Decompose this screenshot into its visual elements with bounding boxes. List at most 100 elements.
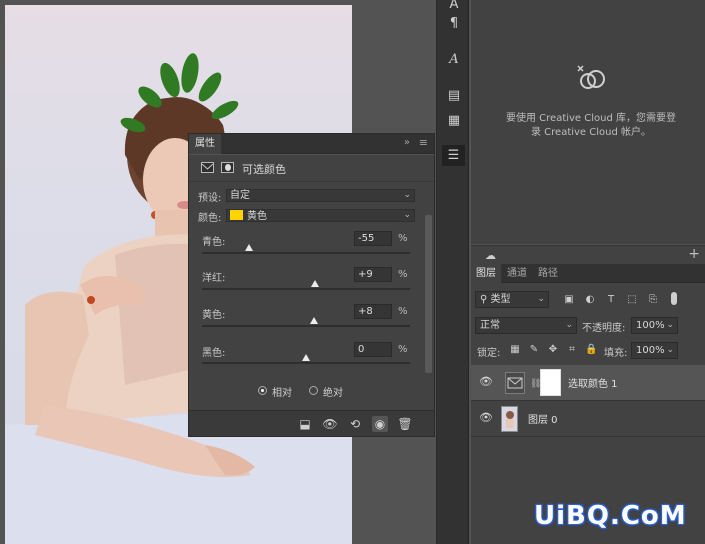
layer-row-selective-color[interactable]: 👁 ⛓ 选取颜色 1	[471, 365, 705, 401]
chevron-down-icon: ⌄	[403, 210, 411, 220]
fill-label: 填充:	[604, 348, 628, 359]
percent-unit: %	[398, 306, 408, 317]
layers-tab-bar: 图层 通道 路径	[471, 264, 705, 283]
adjustment-layer-icon	[505, 372, 525, 394]
magenta-value-input[interactable]: +9	[354, 267, 392, 282]
layer-name[interactable]: 选取颜色 1	[568, 375, 618, 390]
absolute-radio[interactable]	[309, 386, 318, 395]
adjustment-header: 可选颜色	[189, 155, 434, 182]
visibility-icon[interactable]: ◉	[372, 416, 388, 432]
adjustment-icon	[201, 162, 214, 173]
creative-cloud-icon	[577, 65, 605, 89]
lock-transparent-icon[interactable]: ▦	[509, 344, 521, 356]
shape-filter-icon[interactable]: ⬚	[626, 294, 638, 306]
delete-icon[interactable]: 🗑	[397, 416, 413, 432]
slider-track[interactable]	[202, 325, 410, 327]
clip-to-layer-icon[interactable]: ⬓	[297, 416, 313, 432]
layer-row-image[interactable]: 👁 图层 0	[471, 401, 705, 437]
type-filter-icon[interactable]: T	[605, 294, 617, 306]
properties-panel: 属性 » ≡ 可选颜色 预设: 自定 ⌄ 颜色: 黄色 ⌄ 青色: -55 % …	[188, 133, 435, 437]
cyan-value-input[interactable]: -55	[354, 231, 392, 246]
lock-all-icon[interactable]: 🔒	[585, 344, 597, 356]
absolute-label: 绝对	[323, 388, 343, 399]
chevron-down-icon: ⌄	[565, 320, 573, 330]
slider-track[interactable]	[202, 252, 410, 254]
preset-dropdown[interactable]: 自定 ⌄	[226, 189, 415, 202]
slider-label: 洋红:	[202, 273, 226, 284]
eye-icon[interactable]: 👁	[479, 412, 493, 424]
slider-label: 青色:	[202, 237, 226, 248]
eye-icon[interactable]: 👁	[479, 376, 493, 388]
slider-thumb[interactable]	[302, 354, 310, 361]
opacity-value: 100%	[636, 320, 665, 331]
libraries-login-message: 要使用 Creative Cloud 库，您需要登录 Creative Clou…	[505, 113, 677, 138]
properties-tab-bar: 属性 » ≡	[189, 134, 434, 154]
glyphs-icon[interactable]: A	[446, 52, 462, 68]
libraries-footer: ☁ +	[471, 245, 705, 264]
tab-layers[interactable]: 图层	[471, 264, 501, 283]
colors-dropdown[interactable]: 黄色 ⌄	[226, 209, 415, 222]
view-previous-icon[interactable]: 👁	[322, 416, 338, 432]
black-value-input[interactable]: 0	[354, 342, 392, 357]
fill-input[interactable]: 100% ⌄	[631, 342, 678, 359]
relative-label: 相对	[272, 388, 292, 399]
collapse-icon[interactable]: »	[404, 137, 410, 148]
slider-track[interactable]	[202, 288, 410, 290]
relative-radio[interactable]	[258, 386, 267, 395]
chevron-down-icon: ⌄	[403, 190, 411, 200]
percent-unit: %	[398, 269, 408, 280]
colors-label: 颜色:	[198, 213, 222, 224]
slider-thumb[interactable]	[311, 280, 320, 287]
paragraph-icon[interactable]: ¶	[446, 16, 462, 32]
smart-object-filter-icon[interactable]: ⎘	[647, 294, 659, 306]
panel-icon-strip: A ¶ A ▤ ▦ ☰	[436, 0, 469, 544]
layer-mask-thumbnail[interactable]	[540, 369, 561, 396]
tab-paths[interactable]: 路径	[533, 264, 563, 283]
slider-track[interactable]	[202, 362, 410, 364]
lock-position-icon[interactable]: ✥	[547, 344, 559, 356]
slider-thumb[interactable]	[244, 244, 253, 251]
adjustment-filter-icon[interactable]: ◐	[584, 294, 596, 306]
slider-label: 黄色:	[202, 310, 226, 321]
filter-toggle[interactable]	[671, 292, 677, 305]
percent-unit: %	[398, 233, 408, 244]
libraries-panel: 要使用 Creative Cloud 库，您需要登录 Creative Clou…	[471, 0, 705, 244]
properties-icon[interactable]: ☰	[442, 145, 465, 166]
opacity-label: 不透明度:	[582, 323, 626, 334]
properties-scrollbar[interactable]	[425, 195, 432, 395]
slider-label: 黑色:	[202, 348, 226, 359]
notes-icon[interactable]: ▦	[446, 113, 462, 129]
reset-icon[interactable]: ⟲	[347, 416, 363, 432]
slider-thumb[interactable]	[310, 317, 319, 324]
opacity-input[interactable]: 100% ⌄	[631, 317, 678, 334]
preset-label: 预设:	[198, 193, 222, 204]
chevron-down-icon: ⌄	[666, 345, 674, 355]
search-icon: ⚲	[480, 294, 491, 305]
fill-value: 100%	[636, 345, 665, 356]
chevron-down-icon: ⌄	[666, 320, 674, 330]
tab-channels[interactable]: 通道	[502, 264, 532, 283]
cloud-sync-icon[interactable]: ☁	[485, 249, 496, 262]
lock-label: 锁定:	[477, 348, 501, 359]
properties-footer: ⬓ 👁 ⟲ ◉ 🗑	[189, 410, 434, 436]
adjustment-title: 可选颜色	[242, 163, 286, 176]
tab-properties[interactable]: 属性	[189, 134, 221, 154]
layer-filter-dropdown[interactable]: ⚲ 类型 ⌄	[475, 291, 549, 308]
chevron-down-icon: ⌄	[537, 294, 545, 304]
layer-thumbnail	[501, 406, 518, 432]
lock-artboard-icon[interactable]: ⌗	[566, 344, 578, 356]
blend-mode-dropdown[interactable]: 正常 ⌄	[475, 317, 577, 334]
preset-value: 自定	[230, 190, 250, 201]
lock-paint-icon[interactable]: ✎	[528, 344, 540, 356]
yellow-value-input[interactable]: +8	[354, 304, 392, 319]
filter-kind: 类型	[490, 294, 511, 305]
panel-menu-icon[interactable]: ≡	[419, 136, 428, 149]
yellow-swatch	[230, 210, 243, 220]
scrollbar-thumb[interactable]	[425, 215, 432, 373]
character-icon[interactable]: A	[446, 0, 462, 13]
libraries-icon[interactable]: ▤	[446, 88, 462, 104]
add-library-button[interactable]: +	[688, 246, 700, 262]
pixel-filter-icon[interactable]: ▣	[563, 294, 575, 306]
layer-name[interactable]: 图层 0	[528, 411, 558, 426]
mask-icon[interactable]	[221, 162, 234, 173]
